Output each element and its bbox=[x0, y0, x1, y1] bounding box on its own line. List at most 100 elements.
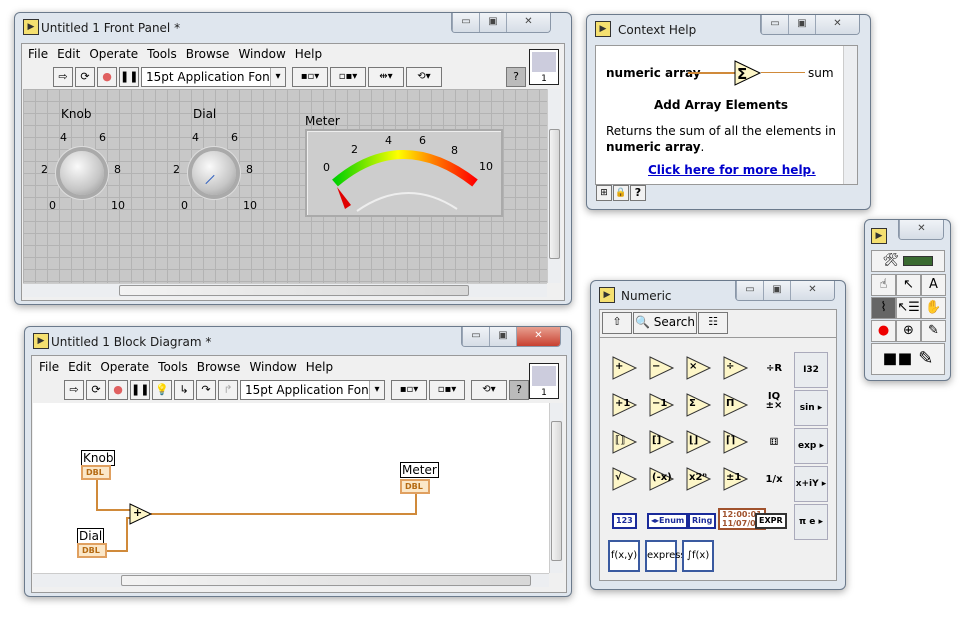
subpalette-sin[interactable]: sin ▸ bbox=[794, 390, 828, 426]
subpalette-x+iY[interactable]: x+iY ▸ bbox=[794, 466, 828, 502]
palette-function-item[interactable]: ⚅ bbox=[760, 429, 788, 457]
vertical-scrollbar[interactable] bbox=[547, 89, 561, 283]
vertical-scrollbar[interactable] bbox=[549, 403, 563, 573]
abort-icon[interactable]: ● bbox=[97, 67, 117, 87]
menu-file[interactable]: File bbox=[28, 47, 48, 61]
vertical-scrollbar[interactable] bbox=[843, 46, 857, 184]
get-color-tool-icon[interactable]: ✎ bbox=[921, 320, 946, 342]
position-select-tool-icon[interactable]: ↖ bbox=[896, 274, 921, 296]
palette-constant[interactable]: EXPR bbox=[755, 513, 787, 529]
step-over-icon[interactable]: ↷ bbox=[196, 380, 216, 400]
reorder-icon[interactable]: ⟲▾ bbox=[406, 67, 442, 87]
palette-function-item[interactable]: + bbox=[612, 355, 640, 383]
close-button[interactable]: ✕ bbox=[790, 281, 834, 300]
close-button[interactable]: ✕ bbox=[899, 220, 943, 239]
maximize-button[interactable]: ▣ bbox=[479, 13, 506, 32]
distribute-objects-icon[interactable]: ▫▪▾ bbox=[429, 380, 465, 400]
subpalette-π-e[interactable]: π e ▸ bbox=[794, 504, 828, 540]
pause-icon[interactable]: ❚❚ bbox=[130, 380, 150, 400]
subpalette-exp[interactable]: exp ▸ bbox=[794, 428, 828, 464]
abort-icon[interactable]: ● bbox=[108, 380, 128, 400]
palette-function-item[interactable]: ÷R IQ bbox=[760, 355, 788, 402]
dial-terminal[interactable]: DBL bbox=[77, 543, 107, 558]
scroll-thumb[interactable] bbox=[121, 575, 531, 586]
font-selector[interactable]: 15pt Application Font bbox=[240, 380, 385, 400]
menu-window[interactable]: Window bbox=[249, 360, 296, 374]
detailed-help-icon[interactable]: ? bbox=[630, 185, 646, 201]
lock-icon[interactable]: 🔒 bbox=[613, 185, 629, 201]
minimize-button[interactable]: ▭ bbox=[452, 13, 479, 32]
align-objects-icon[interactable]: ▪▫▾ bbox=[292, 67, 328, 87]
menu-edit[interactable]: Edit bbox=[57, 47, 80, 61]
context-help-icon[interactable]: ? bbox=[509, 380, 529, 400]
palette-function-item[interactable]: Σ bbox=[686, 392, 714, 420]
maximize-button[interactable]: ▣ bbox=[763, 281, 790, 300]
menu-browse[interactable]: Browse bbox=[197, 360, 241, 374]
operate-value-tool-icon[interactable]: ☝ bbox=[871, 274, 896, 296]
font-selector[interactable]: 15pt Application Font bbox=[141, 67, 286, 87]
palette-constant[interactable]: 123 bbox=[612, 513, 637, 529]
context-help-icon[interactable]: ? bbox=[506, 67, 526, 87]
menu-operate[interactable]: Operate bbox=[89, 47, 138, 61]
palette-express-item[interactable]: f(x,y) bbox=[608, 540, 640, 572]
menu-operate[interactable]: Operate bbox=[100, 360, 149, 374]
palette-function-item[interactable]: √ bbox=[612, 466, 640, 494]
more-help-link[interactable]: Click here for more help. bbox=[648, 163, 816, 177]
vi-connector-pane-icon[interactable]: 1 bbox=[529, 49, 559, 85]
palette-function-item[interactable]: × bbox=[686, 355, 714, 383]
close-button[interactable]: ✕ bbox=[815, 15, 859, 34]
maximize-button[interactable]: ▣ bbox=[788, 15, 815, 34]
menu-file[interactable]: File bbox=[39, 360, 59, 374]
set-clear-breakpoint-tool-icon[interactable]: ● bbox=[871, 320, 896, 342]
palette-express-item[interactable]: ∫f(x) bbox=[682, 540, 714, 572]
scroll-window-tool-icon[interactable]: ✋ bbox=[921, 297, 946, 319]
palette-function-item[interactable]: ⌊⌋ bbox=[686, 429, 714, 457]
step-into-icon[interactable]: ↳ bbox=[174, 380, 194, 400]
highlight-execution-icon[interactable]: 💡 bbox=[152, 380, 172, 400]
color-tool-icon[interactable]: ◼◼ ✎ bbox=[871, 343, 945, 375]
palette-constant[interactable]: ◂▸Enum bbox=[647, 513, 689, 529]
show-optional-terminals-icon[interactable]: ⊞ bbox=[596, 185, 612, 201]
close-button[interactable]: ✕ bbox=[516, 327, 560, 346]
menu-window[interactable]: Window bbox=[238, 47, 285, 61]
run-continuously-icon[interactable]: ⟳ bbox=[75, 67, 95, 87]
palette-function-item[interactable]: ⌈⌉ bbox=[723, 429, 751, 457]
auto-tool-selection[interactable]: 🛠 bbox=[871, 250, 945, 272]
pause-icon[interactable]: ❚❚ bbox=[119, 67, 139, 87]
edit-text-tool-icon[interactable]: A bbox=[921, 274, 946, 296]
minimize-button[interactable]: ▭ bbox=[761, 15, 788, 34]
meter-terminal[interactable]: DBL bbox=[400, 479, 430, 494]
menu-tools[interactable]: Tools bbox=[158, 360, 188, 374]
knob-control[interactable] bbox=[60, 151, 104, 195]
horizontal-scrollbar[interactable] bbox=[23, 283, 547, 297]
align-objects-icon[interactable]: ▪▫▾ bbox=[391, 380, 427, 400]
palette-function-item[interactable]: Π bbox=[723, 392, 751, 420]
reorder-icon[interactable]: ⟲▾ bbox=[471, 380, 507, 400]
palette-function-item[interactable]: ⟦⟧ bbox=[612, 429, 640, 457]
menu-help[interactable]: Help bbox=[295, 47, 322, 61]
subpalette-I32-DBL[interactable]: I32 DBL ▸ bbox=[794, 352, 828, 409]
menu-browse[interactable]: Browse bbox=[186, 47, 230, 61]
connect-wire-tool-icon[interactable]: ⌇ bbox=[871, 297, 896, 319]
palette-function-item[interactable]: ÷ bbox=[723, 355, 751, 383]
palette-function-item[interactable]: [] bbox=[649, 429, 677, 457]
vi-connector-pane-icon[interactable]: 1 bbox=[529, 363, 559, 399]
palette-function-item[interactable]: x2ⁿ bbox=[686, 466, 714, 494]
horizontal-scrollbar[interactable] bbox=[33, 573, 549, 587]
close-button[interactable]: ✕ bbox=[506, 13, 550, 32]
run-arrow-icon[interactable]: ⇨ bbox=[53, 67, 73, 87]
distribute-objects-icon[interactable]: ▫▪▾ bbox=[330, 67, 366, 87]
menu-tools[interactable]: Tools bbox=[147, 47, 177, 61]
scroll-thumb[interactable] bbox=[551, 421, 562, 561]
scroll-thumb[interactable] bbox=[549, 129, 560, 259]
scroll-thumb[interactable] bbox=[119, 285, 469, 296]
palette-function-item[interactable]: ±1 bbox=[723, 466, 751, 494]
palette-function-item[interactable]: (-x) bbox=[649, 466, 677, 494]
object-shortcut-menu-tool-icon[interactable]: ↖☰ bbox=[896, 297, 921, 319]
step-out-icon[interactable]: ↱ bbox=[218, 380, 238, 400]
resize-objects-icon[interactable]: ⇹▾ bbox=[368, 67, 404, 87]
minimize-button[interactable]: ▭ bbox=[462, 327, 489, 346]
maximize-button[interactable]: ▣ bbox=[489, 327, 516, 346]
palette-express-item[interactable]: express bbox=[645, 540, 686, 572]
menu-help[interactable]: Help bbox=[306, 360, 333, 374]
